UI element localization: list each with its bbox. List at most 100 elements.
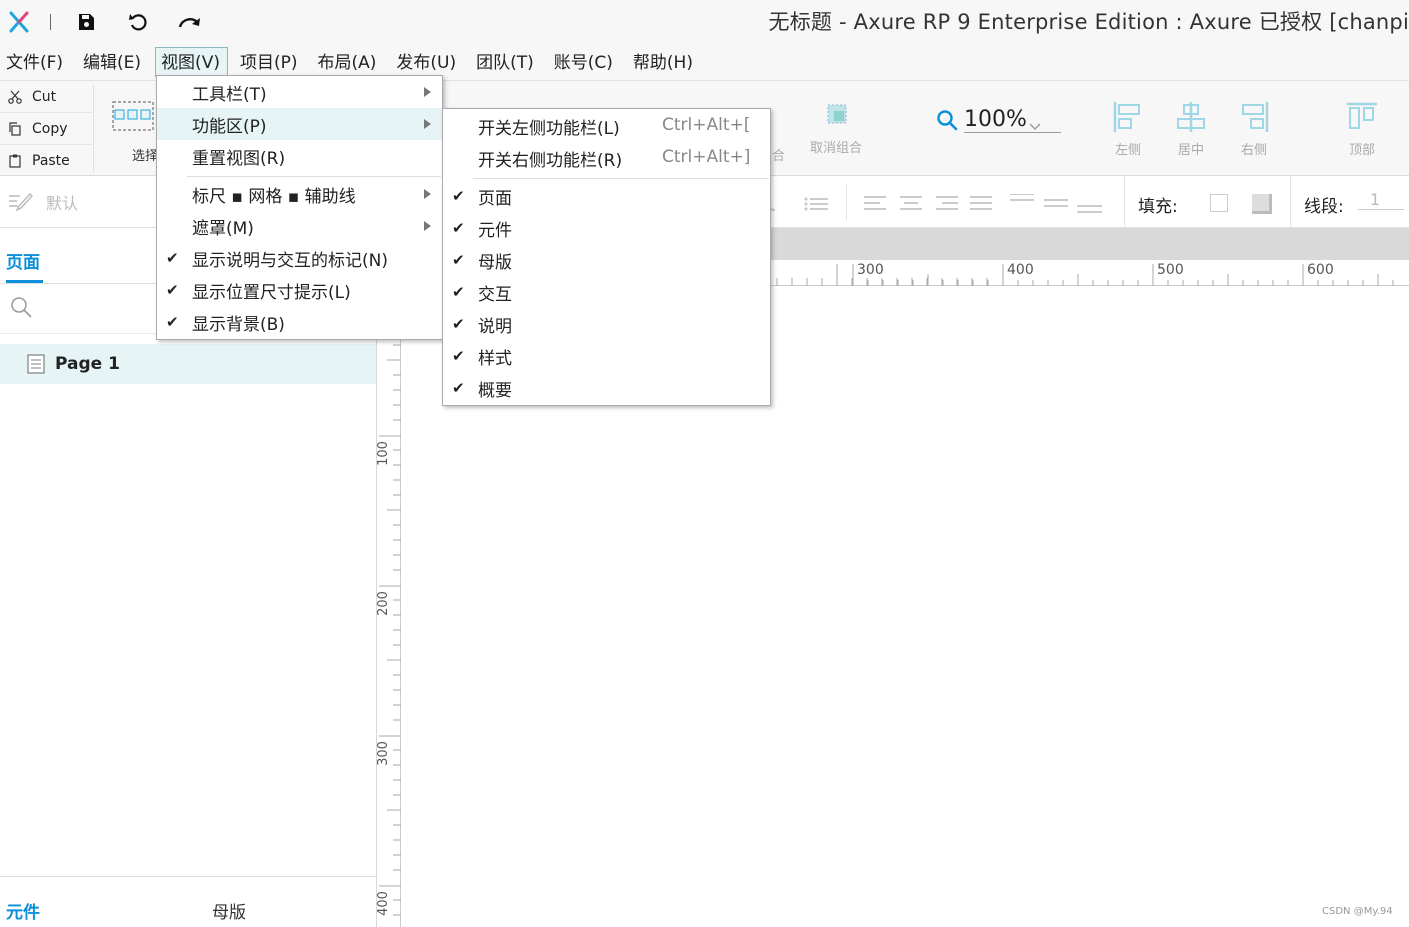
menu-item-panes-label: 功能区(P) xyxy=(192,116,267,137)
menu-publish[interactable]: 发布(U) xyxy=(390,47,464,77)
text-align-icons[interactable] xyxy=(862,193,1112,220)
menu-team[interactable]: 团队(T) xyxy=(470,47,542,77)
checkmark-icon: ✔ xyxy=(452,315,465,333)
menu-separator xyxy=(473,178,769,179)
pane-widgets-label: 元件 xyxy=(478,220,512,241)
panes-submenu: 开关左侧功能栏(L) Ctrl+Alt+[ 开关右侧功能栏(R) Ctrl+Al… xyxy=(442,108,771,406)
menu-item-masks[interactable]: 遮罩(M) xyxy=(157,210,442,242)
align-center-label: 居中 xyxy=(1177,143,1204,158)
menu-item-panes[interactable]: 功能区(P) xyxy=(157,108,442,140)
menu-item-reset-view[interactable]: 重置视图(R) xyxy=(157,140,442,172)
save-icon[interactable] xyxy=(72,8,100,36)
menu-item-masks-label: 遮罩(M) xyxy=(192,218,254,239)
pane-outline-item[interactable]: ✔ 概要 xyxy=(443,372,770,404)
align-left-icon xyxy=(1113,102,1140,132)
masters-tab[interactable]: 母版 xyxy=(212,898,246,923)
pane-masters-label: 母版 xyxy=(478,252,512,273)
pane-interactions-label: 交互 xyxy=(478,284,512,305)
ruler-label-400: 400 xyxy=(1007,262,1034,278)
menu-item-toolbars[interactable]: 工具栏(T) xyxy=(157,76,442,108)
pages-tab[interactable]: 页面 xyxy=(6,248,40,273)
line-width-input[interactable]: 1 xyxy=(1358,190,1404,210)
bullet-list-icon[interactable] xyxy=(766,194,836,214)
pane-pages-item[interactable]: ✔ 页面 xyxy=(443,180,770,212)
toggle-right-pane-item[interactable]: 开关右侧功能栏(R) Ctrl+Alt+] xyxy=(443,142,770,174)
style-selector[interactable]: 默认 xyxy=(0,176,156,228)
vertical-ruler: 100 200 300 400 xyxy=(375,286,401,927)
ungroup-button[interactable]: 取消组合 xyxy=(810,99,862,156)
menu-item-show-background[interactable]: ✔ 显示背景(B) xyxy=(157,306,442,338)
formatbar-divider-3 xyxy=(1290,176,1291,228)
chevron-down-icon xyxy=(1029,123,1041,130)
align-right-label: 右侧 xyxy=(1240,143,1267,158)
cut-label: Cut xyxy=(32,88,57,105)
checkmark-icon: ✔ xyxy=(452,251,465,269)
pane-notes-item[interactable]: ✔ 说明 xyxy=(443,308,770,340)
submenu-arrow-icon xyxy=(424,189,431,199)
menu-item-rulers-grid-guides[interactable]: 标尺 ▪ 网格 ▪ 辅助线 xyxy=(157,178,442,210)
zoom-value[interactable]: 100% xyxy=(964,107,1061,133)
ruler-label-600: 600 xyxy=(1307,262,1334,278)
ungroup-icon xyxy=(827,104,847,124)
shadow-swatch[interactable] xyxy=(1252,194,1272,214)
ruler-label-500: 500 xyxy=(1157,262,1184,278)
pane-widgets-item[interactable]: ✔ 元件 xyxy=(443,212,770,244)
menu-item-background-label: 显示背景(B) xyxy=(192,314,285,335)
pane-interactions-item[interactable]: ✔ 交互 xyxy=(443,276,770,308)
search-icon[interactable] xyxy=(10,296,34,320)
align-left-button[interactable]: 左侧 xyxy=(1112,101,1144,158)
menu-item-reset-view-label: 重置视图(R) xyxy=(192,148,286,169)
pane-style-item[interactable]: ✔ 样式 xyxy=(443,340,770,372)
formatbar-divider-2 xyxy=(1124,176,1125,228)
redo-icon[interactable] xyxy=(175,8,205,36)
select-mode-label: 选择 xyxy=(132,149,159,164)
vruler-label-300: 300 xyxy=(375,741,391,766)
menu-file[interactable]: 文件(F) xyxy=(0,47,71,77)
ungroup-label: 取消组合 xyxy=(810,141,863,156)
copy-button[interactable]: Copy xyxy=(0,113,92,145)
pages-tab-underline xyxy=(6,280,43,283)
menu-item-dimensions-label: 显示位置尺寸提示(L) xyxy=(192,282,351,303)
align-left-label: 左侧 xyxy=(1114,143,1141,158)
watermark: CSDN @My.94 xyxy=(1322,906,1393,917)
pane-masters-item[interactable]: ✔ 母版 xyxy=(443,244,770,276)
align-top-button[interactable]: 顶部 xyxy=(1346,101,1378,158)
align-right-button[interactable]: 右侧 xyxy=(1238,101,1270,158)
pane-outline-label: 概要 xyxy=(478,380,512,401)
fill-color-swatch[interactable] xyxy=(1210,194,1228,212)
menu-item-notes-label: 显示说明与交互的标记(N) xyxy=(192,250,388,271)
scissors-icon xyxy=(8,90,26,104)
menu-item-show-dimensions[interactable]: ✔ 显示位置尺寸提示(L) xyxy=(157,274,442,306)
submenu-arrow-icon xyxy=(424,119,431,129)
cut-button[interactable]: Cut xyxy=(0,81,92,113)
title-divider xyxy=(50,14,51,30)
toggle-left-pane-item[interactable]: 开关左侧功能栏(L) Ctrl+Alt+[ xyxy=(443,110,770,142)
formatbar-divider xyxy=(846,184,847,220)
page-list-item[interactable]: Page 1 xyxy=(0,344,376,384)
list-icons xyxy=(766,194,836,218)
align-center-button[interactable]: 居中 xyxy=(1175,101,1207,158)
paste-label: Paste xyxy=(32,153,70,169)
menu-account[interactable]: 账号(C) xyxy=(548,47,621,77)
select-mode-button[interactable]: 选择 xyxy=(112,99,158,164)
submenu-arrow-icon xyxy=(424,87,431,97)
menu-help[interactable]: 帮助(H) xyxy=(627,47,701,77)
widgets-tab[interactable]: 元件 xyxy=(6,898,40,923)
menu-edit[interactable]: 编辑(E) xyxy=(77,47,149,77)
toolbar-divider xyxy=(93,85,94,173)
menu-item-toolbars-label: 工具栏(T) xyxy=(192,84,267,105)
window-title: 无标题 - Axure RP 9 Enterprise Edition : Ax… xyxy=(768,10,1409,34)
checkmark-icon: ✔ xyxy=(166,249,179,267)
pane-pages-label: 页面 xyxy=(478,188,512,209)
paste-button[interactable]: Paste xyxy=(0,145,92,177)
group-label: 合 xyxy=(772,149,786,164)
menu-arrange[interactable]: 布局(A) xyxy=(312,47,385,77)
title-bar: 无标题 - Axure RP 9 Enterprise Edition : Ax… xyxy=(0,0,1409,44)
menu-project[interactable]: 项目(P) xyxy=(234,47,306,77)
menu-view[interactable]: 视图(V) xyxy=(155,47,228,77)
checkmark-icon: ✔ xyxy=(452,219,465,237)
zoom-control[interactable]: 100% xyxy=(936,107,1061,133)
checkmark-icon: ✔ xyxy=(452,283,465,301)
menu-item-show-notes-markers[interactable]: ✔ 显示说明与交互的标记(N) xyxy=(157,242,442,274)
undo-icon[interactable] xyxy=(124,8,152,36)
